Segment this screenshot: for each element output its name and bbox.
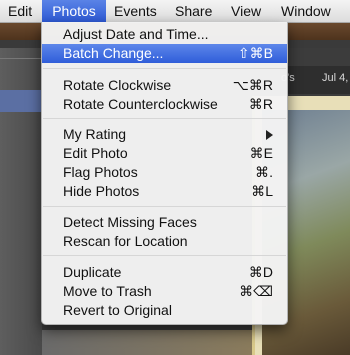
menu-item-shortcut: ⌘L bbox=[251, 183, 273, 199]
menu-share[interactable]: Share bbox=[175, 0, 212, 22]
menu-item-label: Hide Photos bbox=[63, 183, 140, 199]
menu-item-detect-missing-faces[interactable]: Detect Missing Faces bbox=[42, 213, 287, 232]
menu-item-shortcut: ⌥⌘R bbox=[232, 77, 273, 93]
menu-item-duplicate[interactable]: Duplicate ⌘D bbox=[42, 263, 287, 282]
menu-item-shortcut: ⌘E bbox=[249, 145, 273, 161]
menu-view[interactable]: View bbox=[231, 0, 261, 22]
menu-separator bbox=[43, 255, 286, 256]
menu-events[interactable]: Events bbox=[114, 0, 157, 22]
menu-item-shortcut: ⌘⌫ bbox=[239, 283, 273, 299]
menu-item-label: Revert to Original bbox=[63, 302, 172, 318]
menu-edit[interactable]: Edit bbox=[8, 0, 32, 22]
menu-item-revert-to-original[interactable]: Revert to Original bbox=[42, 301, 287, 320]
menu-separator bbox=[43, 118, 286, 119]
menu-item-label: Rotate Counterclockwise bbox=[63, 96, 218, 112]
source-list-selected-item[interactable] bbox=[0, 90, 42, 112]
menu-item-rescan-location[interactable]: Rescan for Location bbox=[42, 232, 287, 251]
menu-item-adjust-date-time[interactable]: Adjust Date and Time... bbox=[42, 25, 287, 44]
menu-item-label: My Rating bbox=[63, 126, 127, 142]
menu-item-flag-photos[interactable]: Flag Photos ⌘. bbox=[42, 163, 287, 182]
menu-separator bbox=[43, 206, 286, 207]
menu-item-label: Rotate Clockwise bbox=[63, 77, 172, 93]
menu-item-my-rating[interactable]: My Rating bbox=[42, 125, 287, 144]
menu-window[interactable]: Window bbox=[281, 0, 331, 22]
menu-item-label: Move to Trash bbox=[63, 283, 152, 299]
menu-item-hide-photos[interactable]: Hide Photos ⌘L bbox=[42, 182, 287, 201]
event-date-fragment: Jul 4, 1 bbox=[322, 72, 350, 84]
menu-item-edit-photo[interactable]: Edit Photo ⌘E bbox=[42, 144, 287, 163]
menu-item-rotate-clockwise[interactable]: Rotate Clockwise ⌥⌘R bbox=[42, 76, 287, 95]
menu-item-move-to-trash[interactable]: Move to Trash ⌘⌫ bbox=[42, 282, 287, 301]
menu-bar: Edit Photos Events Share View Window bbox=[0, 0, 350, 23]
menu-item-label: Edit Photo bbox=[63, 145, 128, 161]
menu-item-label: Duplicate bbox=[63, 264, 122, 280]
menu-item-shortcut: ⇧⌘B bbox=[237, 45, 273, 61]
menu-item-shortcut: ⌘. bbox=[255, 164, 273, 180]
photos-dropdown-menu: Adjust Date and Time... Batch Change... … bbox=[41, 22, 288, 325]
menu-item-shortcut: ⌘R bbox=[248, 96, 273, 112]
menu-item-label: Detect Missing Faces bbox=[63, 214, 197, 230]
menu-item-label: Batch Change... bbox=[63, 45, 164, 61]
menu-item-label: Adjust Date and Time... bbox=[63, 26, 209, 42]
menu-photos[interactable]: Photos bbox=[42, 0, 106, 22]
menu-item-batch-change[interactable]: Batch Change... ⇧⌘B bbox=[42, 44, 287, 63]
menu-item-label: Rescan for Location bbox=[63, 233, 188, 249]
submenu-arrow-icon bbox=[266, 130, 273, 140]
source-list-divider bbox=[0, 58, 42, 59]
menu-item-rotate-counterclockwise[interactable]: Rotate Counterclockwise ⌘R bbox=[42, 95, 287, 114]
photo-thumbnail-bottom[interactable] bbox=[42, 330, 252, 355]
menu-item-label: Flag Photos bbox=[63, 164, 138, 180]
menu-separator bbox=[43, 68, 286, 69]
menu-item-shortcut: ⌘D bbox=[248, 264, 273, 280]
